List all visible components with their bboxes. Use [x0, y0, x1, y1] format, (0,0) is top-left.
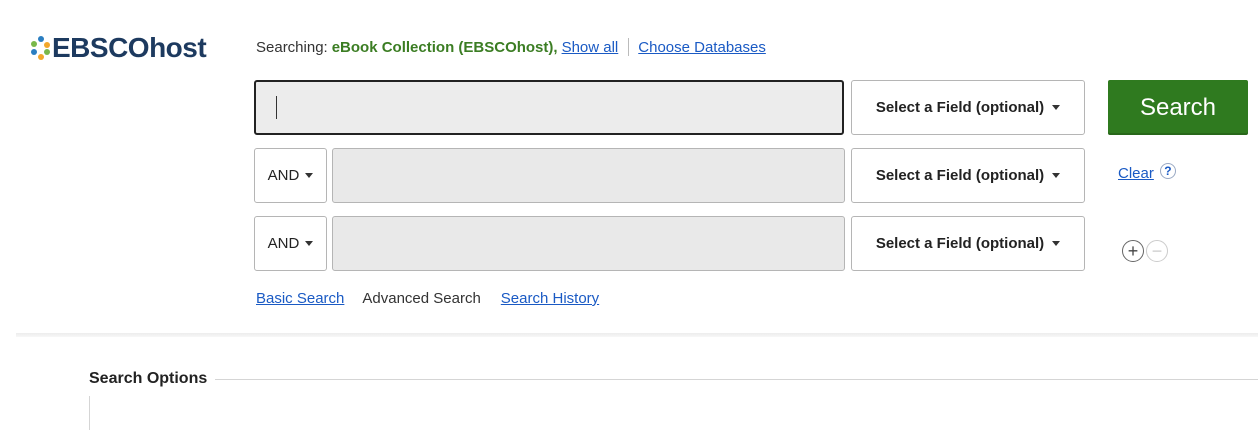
show-all-link[interactable]: Show all — [562, 39, 619, 56]
boolean-operator-label: AND — [267, 235, 300, 252]
clear-controls: Clear ? — [1118, 162, 1176, 182]
chevron-down-icon — [1052, 241, 1061, 246]
search-mode-links: Basic Search Advanced Search Search Hist… — [256, 290, 599, 307]
chevron-down-icon — [305, 241, 314, 246]
clear-link[interactable]: Clear — [1118, 165, 1154, 182]
row-controls: + − — [1122, 240, 1168, 262]
search-options-rule — [89, 379, 1258, 380]
chevron-down-icon — [1052, 173, 1061, 178]
link-divider — [628, 38, 630, 56]
search-history-link[interactable]: Search History — [501, 290, 599, 307]
logo-text: EBSCOhost — [52, 32, 207, 63]
chevron-down-icon — [1052, 105, 1061, 110]
searching-prefix: Searching: — [256, 38, 328, 56]
search-term-input-1[interactable] — [254, 80, 844, 135]
search-term-input-2[interactable] — [332, 148, 845, 203]
field-select-label: Select a Field (optional) — [875, 167, 1045, 184]
section-divider — [16, 333, 1258, 337]
choose-databases-link[interactable]: Choose Databases — [638, 39, 766, 56]
field-select-2[interactable]: Select a Field (optional) — [851, 148, 1085, 203]
search-term-input-3[interactable] — [332, 216, 845, 271]
help-icon[interactable]: ? — [1159, 162, 1176, 179]
boolean-operator-label: AND — [267, 167, 300, 184]
selected-database-name: eBook Collection (EBSCOhost), — [331, 38, 558, 56]
advanced-search-label: Advanced Search — [362, 290, 481, 307]
field-select-label: Select a Field (optional) — [875, 235, 1045, 252]
basic-search-link[interactable]: Basic Search — [256, 290, 344, 307]
ebscohost-advanced-search-page: EBSCOhost Searching: eBook Collection (E… — [0, 0, 1258, 430]
boolean-operator-select-3[interactable]: AND — [254, 216, 327, 271]
search-button[interactable]: Search — [1108, 80, 1248, 135]
chevron-down-icon — [305, 173, 314, 178]
text-cursor — [276, 96, 277, 119]
field-select-3[interactable]: Select a Field (optional) — [851, 216, 1085, 271]
search-options-border — [89, 396, 90, 430]
field-select-1[interactable]: Select a Field (optional) — [851, 80, 1085, 135]
logo-dots-icon — [30, 36, 50, 60]
searching-databases-line: Searching: eBook Collection (EBSCOhost),… — [256, 38, 766, 56]
remove-row-icon[interactable]: − — [1146, 240, 1168, 262]
field-select-label: Select a Field (optional) — [875, 99, 1045, 116]
add-row-icon[interactable]: + — [1122, 240, 1144, 262]
ebscohost-logo[interactable]: EBSCOhost — [30, 32, 207, 64]
boolean-operator-select-2[interactable]: AND — [254, 148, 327, 203]
search-options-heading[interactable]: Search Options — [89, 370, 216, 388]
